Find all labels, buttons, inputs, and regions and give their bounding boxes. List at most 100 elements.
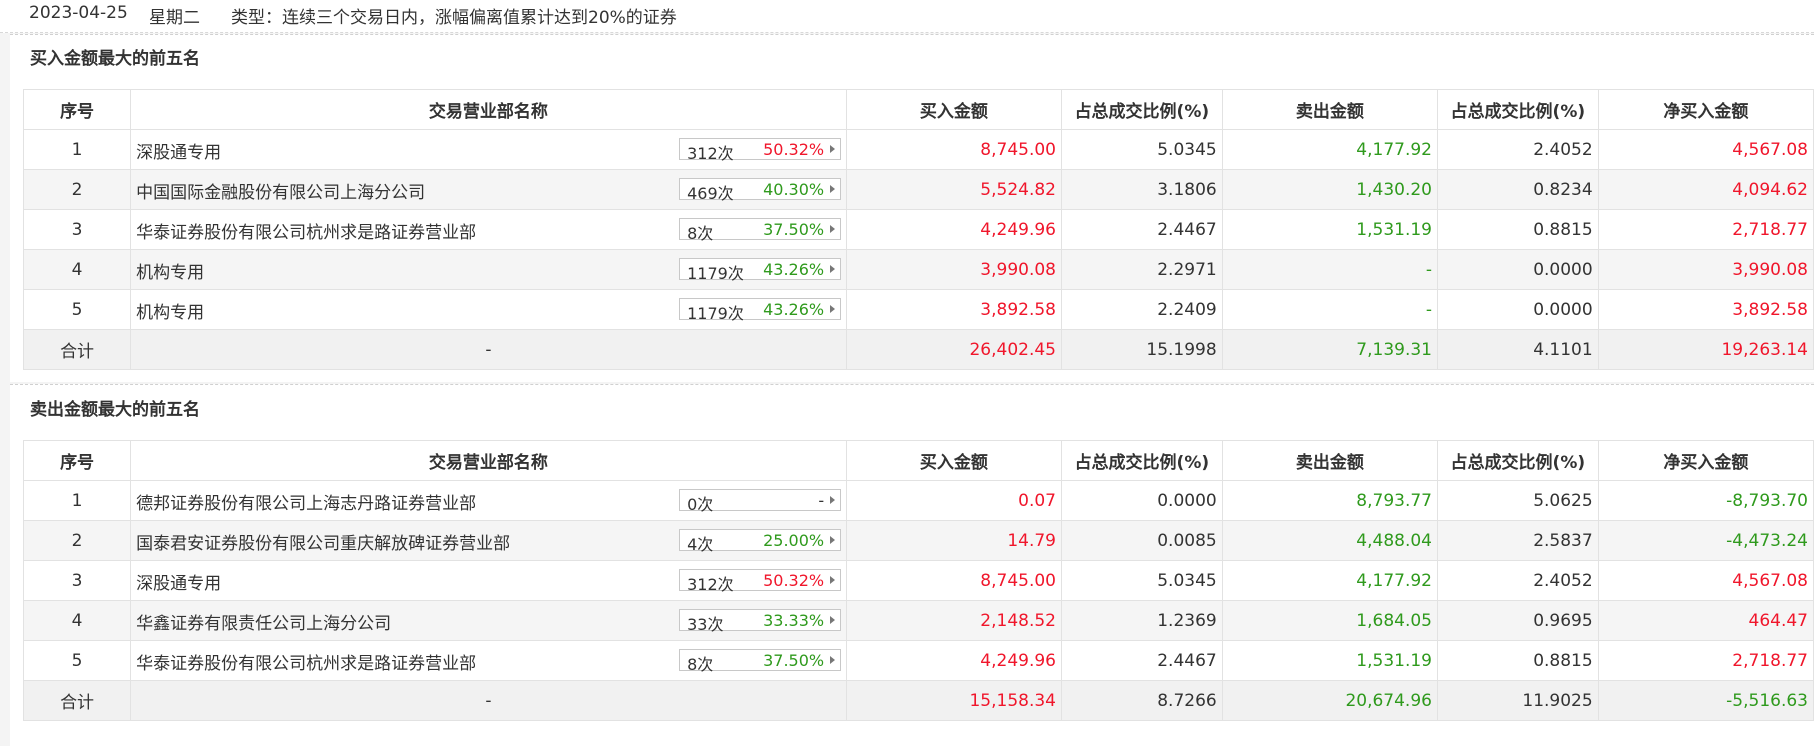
buy-amount: 8,745.00 <box>845 129 1063 170</box>
sell-amount: - <box>1221 289 1438 330</box>
col-buy-ratio-header[interactable]: 占总成交比例(%) <box>1061 89 1223 130</box>
sell-amount: - <box>1221 249 1438 290</box>
branch-name-link[interactable]: 华泰证券股份有限公司杭州求是路证券营业部 <box>136 649 476 674</box>
branch-name-link[interactable]: 中国国际金融股份有限公司上海分公司 <box>136 178 425 203</box>
branch-name-link[interactable]: 德邦证券股份有限公司上海志丹路证券营业部 <box>136 489 476 514</box>
branch-cell: 华鑫证券有限责任公司上海分公司 33次 33.33% <box>130 600 847 641</box>
table-row[interactable]: 3 华泰证券股份有限公司杭州求是路证券营业部 8次 37.50% 4,249.96 2.4… <box>22 209 1814 250</box>
branch-trade-count: 1179次 <box>687 264 744 283</box>
buy-ratio: 5.0345 <box>1061 129 1223 170</box>
branch-stats-button[interactable]: 0次 - <box>679 489 842 514</box>
branch-cell: 深股通专用 312次 50.32% <box>130 560 847 601</box>
net-buy-amount: 2,718.77 <box>1597 209 1814 250</box>
sell-ratio: 2.4052 <box>1436 560 1599 601</box>
header-bar: 2023-04-25 星期二 类型：连续三个交易日内，涨幅偏离值累计达到20%的… <box>0 0 1814 33</box>
sell-top5-table: 序号 交易营业部名称 买入金额 占总成交比例(%) 卖出金额 占总成交比例(%) 净买入金额… <box>22 440 1814 721</box>
total-sell-ratio: 4.1101 <box>1436 329 1599 370</box>
total-buy-ratio: 8.7266 <box>1061 680 1223 721</box>
sell-amount: 4,488.04 <box>1221 520 1438 561</box>
col-buy-amount-header[interactable]: 买入金额 <box>845 89 1063 130</box>
table-row[interactable]: 5 华泰证券股份有限公司杭州求是路证券营业部 8次 37.50% 4,249.96 2.4… <box>22 640 1814 681</box>
buy-ratio: 5.0345 <box>1061 560 1223 601</box>
branch-cell: 国泰君安证券股份有限公司重庆解放碑证券营业部 4次 25.00% <box>130 520 847 561</box>
branch-cell: 中国国际金融股份有限公司上海分公司 469次 40.30% <box>130 169 847 210</box>
total-net-buy: 19,263.14 <box>1597 329 1814 370</box>
branch-stats-button[interactable]: 8次 37.50% <box>679 649 842 674</box>
col-buy-amount-header[interactable]: 买入金额 <box>845 440 1063 481</box>
col-net-buy-header[interactable]: 净买入金额 <box>1597 440 1814 481</box>
branch-win-rate: 37.50% <box>763 220 825 239</box>
col-sell-ratio-header[interactable]: 占总成交比例(%) <box>1436 89 1599 130</box>
sell-ratio: 2.4052 <box>1436 129 1599 170</box>
sell-amount: 1,684.05 <box>1221 600 1438 641</box>
chevron-right-icon <box>830 185 836 193</box>
table-row[interactable]: 4 华鑫证券有限责任公司上海分公司 33次 33.33% 2,148.52 1.2369 1… <box>22 600 1814 641</box>
branch-cell: 德邦证券股份有限公司上海志丹路证券营业部 0次 - <box>130 480 847 521</box>
total-buy-amount: 26,402.45 <box>845 329 1063 370</box>
branch-stats-button[interactable]: 312次 50.32% <box>679 569 842 594</box>
chevron-right-icon <box>830 145 836 153</box>
branch-stats-button[interactable]: 33次 33.33% <box>679 609 842 634</box>
sell-ratio: 0.8815 <box>1436 640 1599 681</box>
chevron-right-icon <box>830 265 836 273</box>
branch-stats-button[interactable]: 1179次 43.26% <box>679 298 842 323</box>
trade-date: 2023-04-25 <box>29 3 128 23</box>
branch-win-rate: 37.50% <box>763 651 825 670</box>
sell-ratio: 5.0625 <box>1436 480 1599 521</box>
table-row[interactable]: 2 国泰君安证券股份有限公司重庆解放碑证券营业部 4次 25.00% 14.79 0.00… <box>22 520 1814 561</box>
branch-name-link[interactable]: 深股通专用 <box>136 569 221 594</box>
col-seq-header[interactable]: 序号 <box>22 440 132 481</box>
row-seq: 5 <box>22 289 132 330</box>
net-buy-amount: -8,793.70 <box>1597 480 1814 521</box>
col-branch-name-header[interactable]: 交易营业部名称 <box>130 89 847 130</box>
table-row[interactable]: 1 深股通专用 312次 50.32% 8,745.00 5.0345 4,177.92 2.… <box>22 129 1814 170</box>
branch-stats-button[interactable]: 8次 37.50% <box>679 218 842 243</box>
branch-trade-count: 0次 <box>687 495 714 514</box>
table-row[interactable]: 5 机构专用 1179次 43.26% 3,892.58 2.2409-0.0000 3,8… <box>22 289 1814 330</box>
sell-amount: 8,793.77 <box>1221 480 1438 521</box>
buy-ratio: 2.4467 <box>1061 640 1223 681</box>
branch-trade-count: 8次 <box>687 224 714 243</box>
branch-name-link[interactable]: 机构专用 <box>136 258 204 283</box>
sell-ratio: 0.0000 <box>1436 249 1599 290</box>
total-label: 合计 <box>22 329 132 370</box>
branch-stats-button[interactable]: 469次 40.30% <box>679 178 842 203</box>
branch-name-link[interactable]: 国泰君安证券股份有限公司重庆解放碑证券营业部 <box>136 529 510 554</box>
branch-stats-button[interactable]: 312次 50.32% <box>679 138 842 163</box>
branch-trade-count: 33次 <box>687 615 724 634</box>
row-seq: 4 <box>22 249 132 290</box>
col-buy-ratio-header[interactable]: 占总成交比例(%) <box>1061 440 1223 481</box>
branch-stats-button[interactable]: 4次 25.00% <box>679 529 842 554</box>
sell-ratio: 0.9695 <box>1436 600 1599 641</box>
branch-name-link[interactable]: 机构专用 <box>136 298 204 323</box>
branch-name-link[interactable]: 深股通专用 <box>136 138 221 163</box>
net-buy-amount: 2,718.77 <box>1597 640 1814 681</box>
col-branch-name-header[interactable]: 交易营业部名称 <box>130 440 847 481</box>
branch-win-rate: - <box>818 491 825 510</box>
total-buy-ratio: 15.1998 <box>1061 329 1223 370</box>
net-buy-amount: 4,567.08 <box>1597 129 1814 170</box>
branch-name-link[interactable]: 华鑫证券有限责任公司上海分公司 <box>136 609 391 634</box>
row-seq: 3 <box>22 560 132 601</box>
table-row[interactable]: 3 深股通专用 312次 50.32% 8,745.00 5.0345 4,177.92 2.… <box>22 560 1814 601</box>
col-net-buy-header[interactable]: 净买入金额 <box>1597 89 1814 130</box>
col-seq-header[interactable]: 序号 <box>22 89 132 130</box>
total-branch-placeholder: - <box>130 329 847 370</box>
branch-win-rate: 50.32% <box>763 571 825 590</box>
branch-stats-button[interactable]: 1179次 43.26% <box>679 258 842 283</box>
col-sell-amount-header[interactable]: 卖出金额 <box>1221 89 1438 130</box>
table-row[interactable]: 4 机构专用 1179次 43.26% 3,990.08 2.2971-0.0000 3,9… <box>22 249 1814 290</box>
buy-ratio: 0.0000 <box>1061 480 1223 521</box>
col-sell-amount-header[interactable]: 卖出金额 <box>1221 440 1438 481</box>
sell-section-title: 卖出金额最大的前五名 <box>30 400 200 420</box>
buy-top5-table: 序号 交易营业部名称 买入金额 占总成交比例(%) 卖出金额 占总成交比例(%) 净买入金额… <box>22 89 1814 370</box>
net-buy-amount: 4,094.62 <box>1597 169 1814 210</box>
branch-cell: 机构专用 1179次 43.26% <box>130 289 847 330</box>
chevron-right-icon <box>830 576 836 584</box>
branch-name-link[interactable]: 华泰证券股份有限公司杭州求是路证券营业部 <box>136 218 476 243</box>
table-row[interactable]: 2 中国国际金融股份有限公司上海分公司 469次 40.30% 5,524.82 3.18… <box>22 169 1814 210</box>
chevron-right-icon <box>830 225 836 233</box>
chevron-right-icon <box>830 616 836 624</box>
table-row[interactable]: 1 德邦证券股份有限公司上海志丹路证券营业部 0次 - 0.07 0.0000 8,793.… <box>22 480 1814 521</box>
col-sell-ratio-header[interactable]: 占总成交比例(%) <box>1436 440 1599 481</box>
